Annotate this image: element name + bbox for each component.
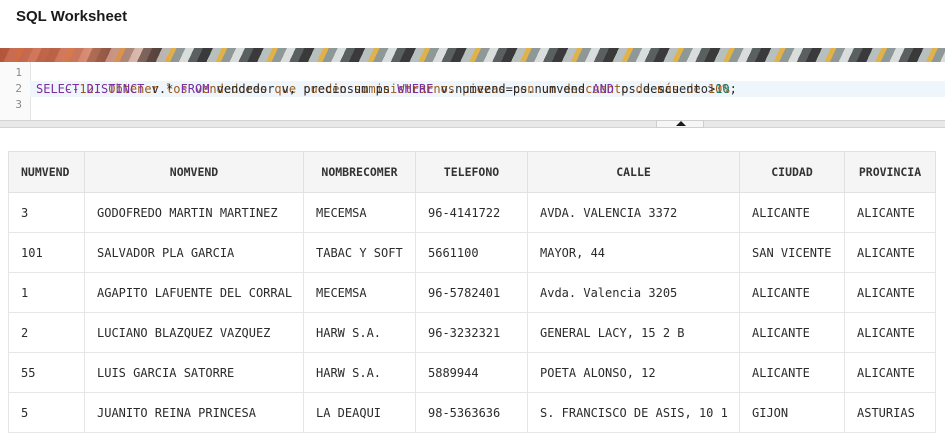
table-cell: Avda. Valencia 3205 [527, 272, 740, 313]
table-row[interactable]: 2 LUCIANO BLAZQUEZ VAZQUEZ HARW S.A. 96-… [8, 312, 936, 353]
table-cell: HARW S.A. [303, 312, 416, 353]
table-cell: AVDA. VALENCIA 3372 [527, 192, 740, 233]
table-cell: LA DEAQUI [303, 392, 416, 433]
column-header-provincia[interactable]: PROVINCIA [844, 151, 936, 193]
column-header-numvend[interactable]: NUMVEND [8, 151, 85, 193]
table-cell: 5661100 [415, 232, 528, 273]
table-cell: POETA ALONSO, 12 [527, 352, 740, 393]
table-cell: GODOFREDO MARTIN MARTINEZ [84, 192, 304, 233]
table-row[interactable]: 55 LUIS GARCIA SATORRE HARW S.A. 5889944… [8, 352, 936, 393]
table-cell: SAN VICENTE [739, 232, 845, 273]
table-cell: 1 [8, 272, 85, 313]
table-row[interactable]: 1 AGAPITO LAFUENTE DEL CORRAL MECEMSA 96… [8, 272, 936, 313]
table-cell: MAYOR, 44 [527, 232, 740, 273]
sql-number: 10 [715, 82, 730, 96]
table-cell: 3 [8, 192, 85, 233]
pane-splitter[interactable] [0, 120, 945, 128]
sql-keyword: AND [592, 82, 615, 96]
sql-keyword: SELECT [36, 82, 80, 96]
column-header-ciudad[interactable]: CIUDAD [739, 151, 845, 193]
table-cell: S. FRANCISCO DE ASIS, 10 1 [527, 392, 740, 433]
banner-accent [0, 48, 180, 62]
sql-text: ps.descuento> [614, 82, 716, 96]
table-cell: JUANITO REINA PRINCESA [84, 392, 304, 433]
line-number: 2 [15, 82, 22, 95]
line-number: 3 [15, 98, 22, 111]
table-cell: GIJON [739, 392, 845, 433]
table-cell: HARW S.A. [303, 352, 416, 393]
results-grid: NUMVEND NOMVEND NOMBRECOMER TELEFONO CAL… [8, 151, 936, 433]
sql-text: v.* [144, 82, 181, 96]
code-line-2[interactable]: SELECT DISTINCT v.* FROM vendedor v, pre… [36, 81, 737, 97]
table-cell: 5889944 [415, 352, 528, 393]
table-cell: 5 [8, 392, 85, 433]
sql-keyword: DISTINCT [86, 82, 145, 96]
table-cell: 96-3232321 [415, 312, 528, 353]
column-header-telefono[interactable]: TELEFONO [415, 151, 528, 193]
sql-text: ; [729, 82, 737, 96]
table-cell: ALICANTE [844, 352, 936, 393]
line-number-gutter: 1 2 3 [0, 62, 31, 120]
table-cell: ALICANTE [844, 272, 936, 313]
splitter-handle[interactable] [656, 120, 704, 128]
table-row[interactable]: 5 JUANITO REINA PRINCESA LA DEAQUI 98-53… [8, 392, 936, 433]
table-cell: 2 [8, 312, 85, 353]
table-cell: GENERAL LACY, 15 2 B [527, 312, 740, 353]
column-header-nomvend[interactable]: NOMVEND [84, 151, 304, 193]
table-cell: 55 [8, 352, 85, 393]
table-cell: 96-4141722 [415, 192, 528, 233]
decorative-banner [0, 48, 945, 62]
table-cell: AGAPITO LAFUENTE DEL CORRAL [84, 272, 304, 313]
table-cell: MECEMSA [303, 192, 416, 233]
sql-text: v.numvend=ps.numvend [433, 82, 593, 96]
table-row[interactable]: 101 SALVADOR PLA GARCIA TABAC Y SOFT 566… [8, 232, 936, 273]
column-header-nombrecomer[interactable]: NOMBRECOMER [303, 151, 416, 193]
table-cell: ASTURIAS [844, 392, 936, 433]
sql-text: vendedor v, preciosum ps [209, 82, 398, 96]
line-number: 1 [15, 66, 22, 79]
table-cell: ALICANTE [739, 352, 845, 393]
table-cell: ALICANTE [844, 192, 936, 233]
table-cell: TABAC Y SOFT [303, 232, 416, 273]
table-cell: ALICANTE [844, 312, 936, 353]
table-row[interactable]: 3 GODOFREDO MARTIN MARTINEZ MECEMSA 96-4… [8, 192, 936, 233]
table-cell: ALICANTE [739, 272, 845, 313]
sql-keyword: WHERE [397, 82, 434, 96]
table-cell: ALICANTE [844, 232, 936, 273]
table-cell: LUIS GARCIA SATORRE [84, 352, 304, 393]
column-header-calle[interactable]: CALLE [527, 151, 740, 193]
table-cell: LUCIANO BLAZQUEZ VAZQUEZ [84, 312, 304, 353]
results-table: NUMVEND NOMVEND NOMBRECOMER TELEFONO CAL… [8, 151, 936, 433]
table-cell: ALICANTE [739, 192, 845, 233]
table-cell: 96-5782401 [415, 272, 528, 313]
table-cell: ALICANTE [739, 312, 845, 353]
sql-editor[interactable]: 1 2 3 --12. Obtener los vendedores que p… [0, 62, 945, 120]
table-header-row: NUMVEND NOMVEND NOMBRECOMER TELEFONO CAL… [8, 151, 936, 193]
table-cell: SALVADOR PLA GARCIA [84, 232, 304, 273]
table-cell: MECEMSA [303, 272, 416, 313]
sql-keyword: FROM [180, 82, 210, 96]
page-title: SQL Worksheet [16, 8, 128, 25]
table-cell: 101 [8, 232, 85, 273]
caret-up-icon [676, 121, 686, 126]
worksheet-header: SQL Worksheet [0, 0, 945, 48]
table-cell: 98-5363636 [415, 392, 528, 433]
